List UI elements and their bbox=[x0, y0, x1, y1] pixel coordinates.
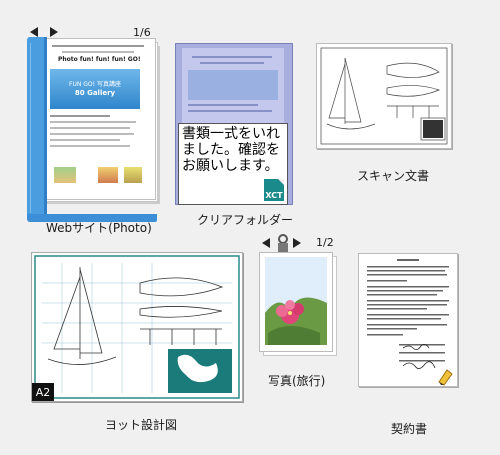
line bbox=[62, 51, 134, 53]
note-text: 書類一式をいれました。確認をお願いします。 bbox=[182, 126, 280, 174]
page-banner: FUN GO! 写真講座 80 Gallery bbox=[50, 69, 140, 109]
prev-page-icon[interactable] bbox=[30, 27, 38, 37]
line bbox=[188, 104, 258, 106]
photo-thumb bbox=[124, 167, 142, 183]
contract-document[interactable] bbox=[358, 253, 458, 387]
scanned-document[interactable] bbox=[316, 43, 452, 149]
item-label: 契約書 bbox=[391, 422, 428, 436]
item-label: スキャン文書 bbox=[357, 169, 430, 183]
item-label: ヨット設計図 bbox=[105, 418, 178, 432]
xct-file-icon: XCT bbox=[264, 179, 284, 201]
travel-photo bbox=[259, 252, 333, 352]
scan-drawing bbox=[320, 47, 448, 145]
line bbox=[200, 62, 264, 64]
line bbox=[50, 115, 110, 117]
item-label: クリアフォルダー bbox=[197, 213, 294, 227]
xct-label: XCT bbox=[265, 191, 283, 200]
banner-line: FUN GO! 写真講座 bbox=[69, 81, 121, 88]
line bbox=[192, 56, 272, 58]
item-label: Webサイト(Photo) bbox=[46, 221, 152, 235]
next-page-icon[interactable] bbox=[50, 27, 58, 37]
next-page-icon[interactable] bbox=[293, 238, 301, 248]
line bbox=[50, 121, 136, 123]
line bbox=[50, 145, 130, 147]
line bbox=[50, 127, 130, 129]
signature-pen-icon bbox=[435, 366, 455, 390]
sticky-note: 書類一式をいれました。確認をお願いします。 XCT bbox=[178, 123, 288, 205]
line bbox=[50, 139, 120, 141]
yacht-blueprint[interactable]: A2 bbox=[31, 252, 243, 402]
binder-spine bbox=[27, 37, 47, 219]
page-indicator: 1/2 bbox=[316, 236, 334, 249]
prev-page-icon[interactable] bbox=[262, 238, 270, 248]
scan-map bbox=[423, 120, 443, 138]
paper-size-badge: A2 bbox=[32, 383, 54, 401]
blueprint-drawing bbox=[34, 255, 240, 399]
line bbox=[50, 133, 134, 135]
line bbox=[52, 45, 144, 47]
page-header-title: Photo fun! fun! fun! GO! bbox=[58, 56, 141, 63]
item-label: 写真(旅行) bbox=[268, 374, 326, 388]
photo-thumb bbox=[54, 167, 76, 183]
clip-icon bbox=[276, 234, 288, 253]
web-page-thumbnail: Photo fun! fun! fun! GO! FUN GO! 写真講座 80… bbox=[31, 38, 156, 200]
doc-banner bbox=[188, 70, 278, 100]
line bbox=[188, 110, 272, 112]
banner-line: 80 Gallery bbox=[74, 89, 116, 97]
photo-thumb bbox=[98, 167, 118, 183]
